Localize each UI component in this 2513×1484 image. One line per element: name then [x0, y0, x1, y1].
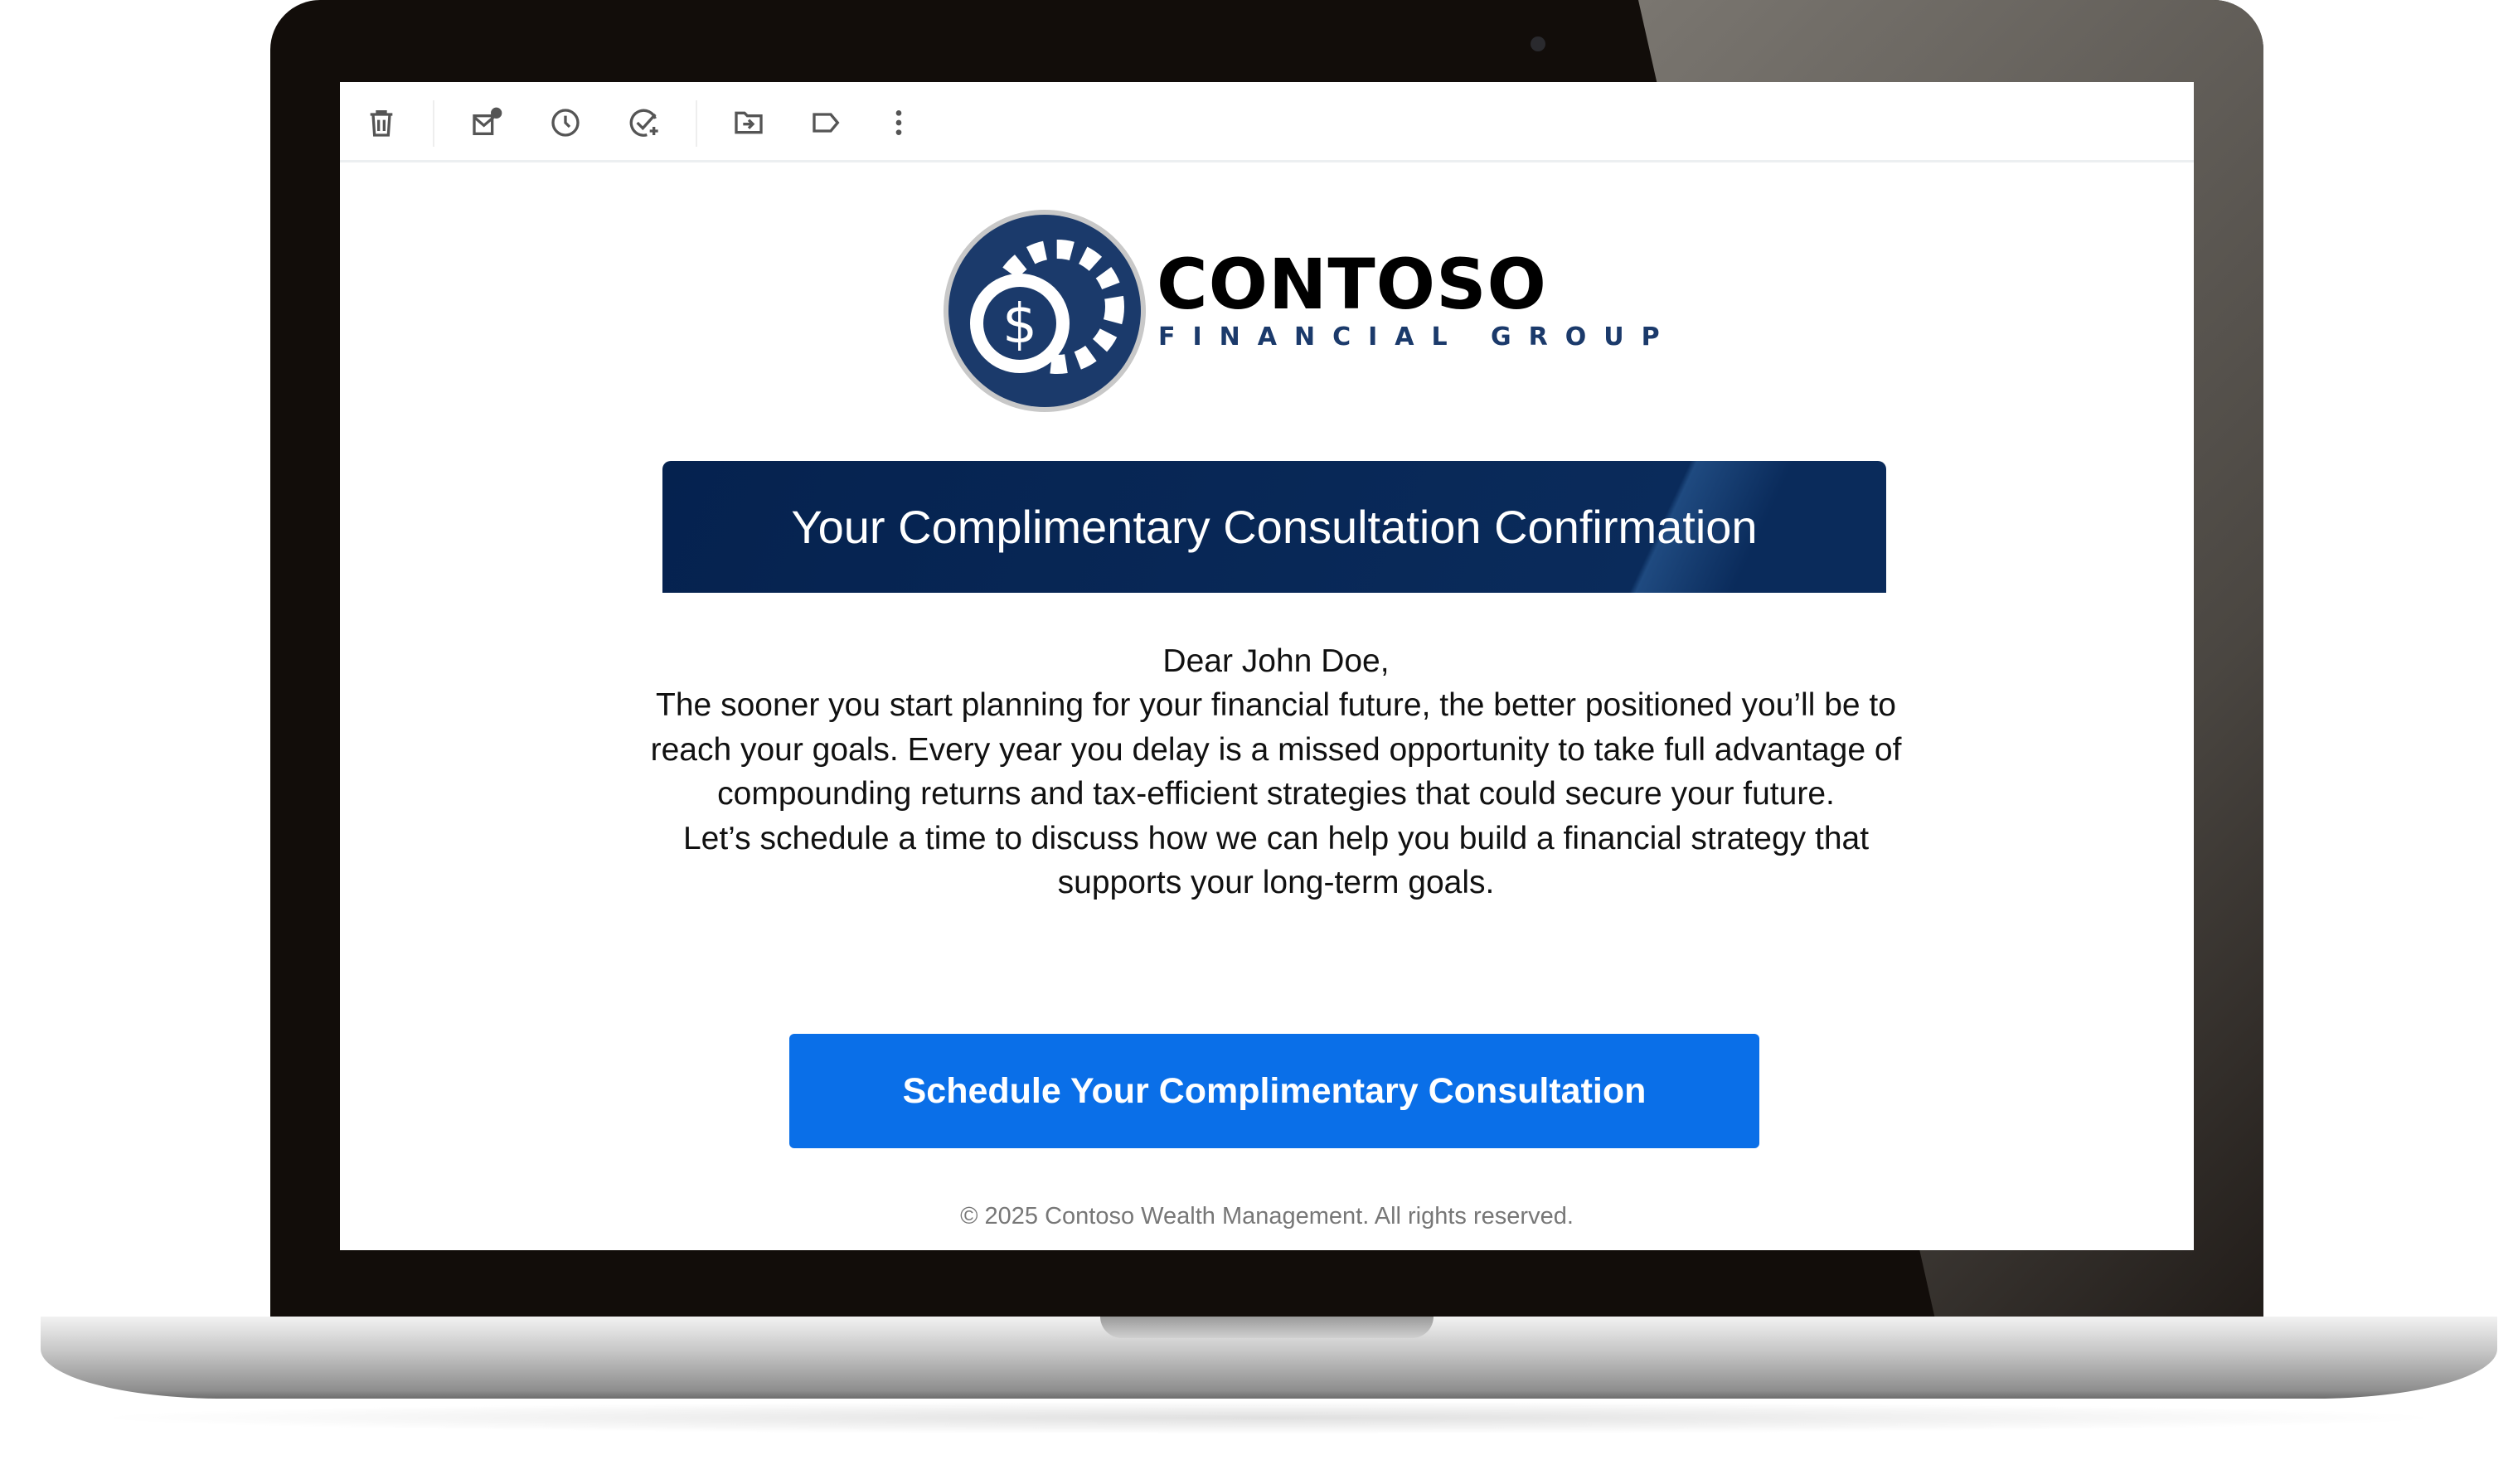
add-task-icon[interactable] [625, 104, 663, 142]
email-body: Dear John Doe, The sooner you start plan… [647, 639, 1905, 904]
snooze-clock-icon[interactable] [546, 104, 585, 142]
banner-title: Your Complimentary Consultation Confirma… [791, 501, 1758, 553]
webcam [1531, 36, 1545, 51]
mark-unread-icon[interactable] [468, 104, 506, 142]
email-footer: © 2025 Contoso Wealth Management. All ri… [960, 1203, 1574, 1229]
email-viewer: $ CONTOSO FINANCIAL GROUP Your Complimen… [340, 82, 2194, 1250]
move-to-folder-icon[interactable] [730, 104, 768, 142]
paragraph: Let’s schedule a time to discuss how we … [682, 820, 1870, 901]
logo-symbol: $ [1002, 292, 1037, 356]
email-toolbar [340, 82, 2194, 162]
laptop-notch [1100, 1317, 1434, 1338]
trash-icon[interactable] [362, 104, 400, 142]
logo-tagline: FINANCIAL GROUP [1158, 323, 1677, 352]
gear-dollar-logo-icon: $ [944, 210, 1146, 412]
laptop-shadow [83, 1401, 2454, 1434]
label-icon[interactable] [808, 104, 846, 142]
schedule-consultation-button[interactable]: Schedule Your Complimentary Consultation [789, 1034, 1759, 1148]
email-banner: Your Complimentary Consultation Confirma… [662, 461, 1886, 593]
logo-brand: CONTOSO [1157, 244, 1547, 325]
toolbar-divider [433, 100, 434, 147]
more-vertical-icon[interactable] [880, 104, 918, 142]
greeting: Dear John Doe, [1162, 643, 1390, 679]
toolbar-divider [696, 100, 697, 147]
paragraph: The sooner you start planning for your f… [650, 687, 1902, 812]
